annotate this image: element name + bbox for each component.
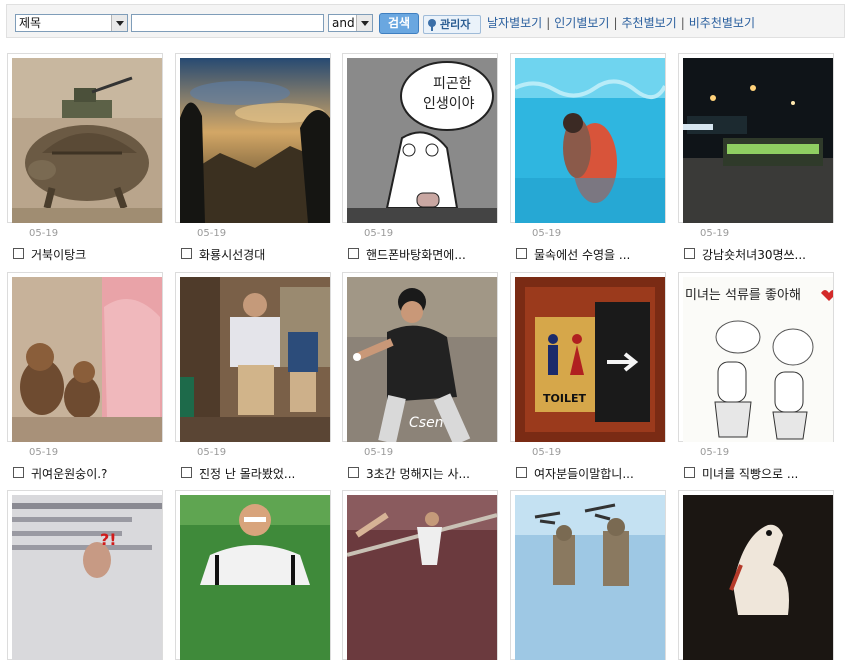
item-date: 05-19: [197, 228, 227, 239]
item-checkbox[interactable]: [13, 467, 24, 478]
item-title-link[interactable]: 화룡시선경대: [199, 246, 265, 263]
sort-links: 날자별보기 | 인기별보기 | 추천별보기 | 비추천별보기: [487, 16, 755, 30]
item-date: 05-19: [700, 447, 730, 458]
bubble-line-2: 인생이야: [423, 96, 475, 112]
thumbnail-frame[interactable]: [175, 490, 331, 660]
item-title-link[interactable]: 물속에선 수영을 ...: [534, 246, 630, 263]
thumbnail-cartoon-dog[interactable]: 피곤한 인생이야: [347, 58, 497, 223]
search-input[interactable]: [131, 14, 324, 32]
item-title-link[interactable]: 핸드폰바탕화면에...: [366, 246, 466, 263]
thumbnail-night-bus[interactable]: [683, 58, 833, 223]
thumbnail-frame[interactable]: [510, 53, 666, 223]
item-title-link[interactable]: 강남숏처녀30명쓰...: [702, 246, 806, 263]
item-checkbox[interactable]: [516, 467, 527, 478]
item-checkbox[interactable]: [684, 467, 695, 478]
thumbnail-frame[interactable]: [678, 53, 834, 223]
sort-by-popular-link[interactable]: 인기별보기: [554, 16, 609, 30]
thumbnail-frame[interactable]: [342, 490, 498, 660]
thumbnail-frame[interactable]: [175, 272, 331, 442]
thumbnail-toilet-sign[interactable]: TOILET: [515, 277, 665, 442]
search-field-select-value: 제목: [19, 16, 42, 30]
admin-button-label: 관리자: [440, 18, 471, 31]
item-date: 05-19: [197, 447, 227, 458]
item-title-link[interactable]: 3초간 멍해지는 사...: [366, 465, 470, 482]
thumbnail-sky-statues[interactable]: [515, 495, 665, 660]
cards-title: 미녀는 석류를 좋아해: [685, 288, 801, 303]
search-field-select[interactable]: 제목: [15, 14, 128, 32]
thumbnail-frame[interactable]: [678, 490, 834, 660]
thumbnail-frame[interactable]: [7, 272, 163, 442]
search-button[interactable]: 검색: [379, 13, 419, 34]
thumbnail-soccer-player[interactable]: [180, 495, 330, 660]
thumbnail-frame[interactable]: ?!: [7, 490, 163, 660]
thumbnail-cartoon-cards[interactable]: 미녀는 석류를 좋아해: [683, 277, 833, 442]
news-marks: ?!: [100, 530, 117, 549]
chevron-down-icon[interactable]: [356, 15, 372, 31]
sort-by-recommend-link[interactable]: 추천별보기: [622, 16, 677, 30]
item-date: 05-19: [29, 447, 59, 458]
thumbnail-frame[interactable]: [175, 53, 331, 223]
thumbnail-tank-turtle[interactable]: [12, 58, 162, 223]
bubble-line-1: 피곤한: [433, 76, 472, 92]
thumbnail-underwater-swim[interactable]: [515, 58, 665, 223]
item-date: 05-19: [29, 228, 59, 239]
toilet-sign-text: TOILET: [543, 392, 586, 405]
pin-icon: [428, 19, 436, 31]
pitcher-logo: Csen: [409, 415, 444, 431]
thumbnail-frame[interactable]: 미녀는 석류를 좋아해: [678, 272, 834, 442]
item-date: 05-19: [364, 228, 394, 239]
thumbnail-frame[interactable]: [510, 490, 666, 660]
item-title-link[interactable]: 귀여운원숭이.?: [31, 465, 107, 482]
thumbnail-newspaper[interactable]: ?!: [12, 495, 162, 660]
item-title-link[interactable]: 거북이탕크: [31, 246, 86, 263]
item-title-link[interactable]: 진정 난 몰라봤었...: [199, 465, 295, 482]
chevron-down-icon[interactable]: [111, 15, 127, 31]
item-date: 05-19: [532, 447, 562, 458]
thumbnail-frame[interactable]: Csen: [342, 272, 498, 442]
item-checkbox[interactable]: [684, 248, 695, 259]
item-checkbox[interactable]: [516, 248, 527, 259]
item-date: 05-19: [700, 228, 730, 239]
operator-select[interactable]: and: [328, 14, 373, 32]
thumbnail-white-horse[interactable]: [683, 495, 833, 660]
item-date: 05-19: [364, 447, 394, 458]
item-checkbox[interactable]: [181, 248, 192, 259]
item-date: 05-19: [532, 228, 562, 239]
thumbnail-monkeys[interactable]: [12, 277, 162, 442]
sort-by-date-link[interactable]: 날자별보기: [487, 16, 542, 30]
item-checkbox[interactable]: [348, 467, 359, 478]
admin-button[interactable]: 관리자: [423, 15, 481, 34]
item-title-link[interactable]: 미녀를 직빵으로 ...: [702, 465, 798, 482]
operator-select-value: and: [332, 16, 355, 30]
thumbnail-frame[interactable]: [7, 53, 163, 223]
thumbnail-frame[interactable]: TOILET: [510, 272, 666, 442]
item-checkbox[interactable]: [181, 467, 192, 478]
item-title-link[interactable]: 여자분들이말합니...: [534, 465, 634, 482]
thumbnail-gymnast[interactable]: [347, 495, 497, 660]
thumbnail-baseball-pitcher[interactable]: Csen: [347, 277, 497, 442]
search-toolbar: 제목 and 검색 관리자 날자별보기 | 인기별보기 | 추천별보기 | 비추천별보기: [6, 4, 845, 38]
thumbnail-men-waiting[interactable]: [180, 277, 330, 442]
thumbnail-sunset-mountain[interactable]: [180, 58, 330, 223]
thumbnail-frame[interactable]: 피곤한 인생이야: [342, 53, 498, 223]
item-checkbox[interactable]: [13, 248, 24, 259]
sort-by-not-recommend-link[interactable]: 비추천별보기: [689, 16, 755, 30]
item-checkbox[interactable]: [348, 248, 359, 259]
